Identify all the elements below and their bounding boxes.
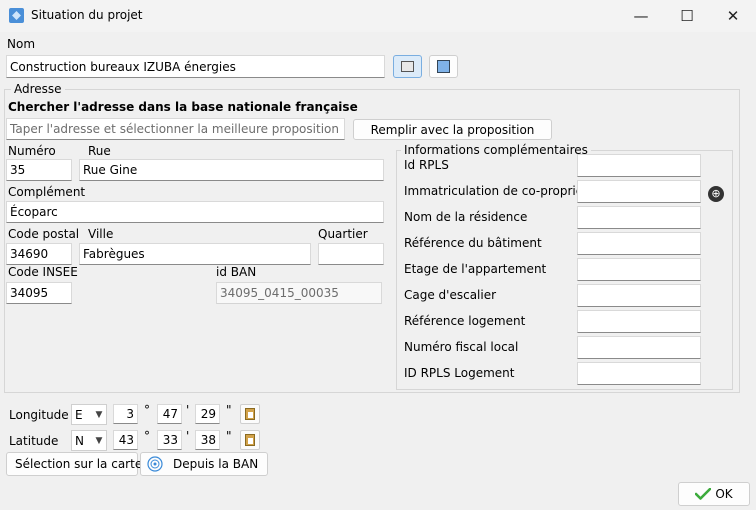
info-input[interactable]	[577, 180, 701, 203]
complement-label: Complément	[8, 185, 86, 199]
code-insee-input[interactable]: 34095	[6, 282, 72, 304]
ville-input[interactable]: Fabrègues	[79, 243, 311, 265]
code-insee-label: Code INSEE	[8, 265, 78, 279]
code-postal-input[interactable]: 34690	[6, 243, 72, 265]
deg-unit: °	[144, 429, 150, 443]
info-input[interactable]	[577, 310, 701, 333]
id-ban-label: id BAN	[216, 265, 257, 279]
globe-icon[interactable]: ⊕	[708, 186, 724, 202]
clipboard-icon	[245, 408, 255, 420]
latitude-deg-input[interactable]: 43	[113, 430, 138, 450]
clipboard-icon	[245, 434, 255, 446]
rue-label: Rue	[88, 144, 111, 158]
minimize-icon: —	[633, 7, 649, 25]
info-label: Immatriculation de co-propriété	[404, 184, 596, 198]
numero-label: Numéro	[8, 144, 56, 158]
map-selection-label: Sélection sur la carte	[15, 457, 143, 471]
close-icon: ✕	[726, 7, 740, 25]
info-label: Cage d'escalier	[404, 288, 497, 302]
quartier-input[interactable]	[318, 243, 384, 265]
app-icon	[9, 8, 24, 23]
info-label: Numéro fiscal local	[404, 340, 519, 354]
ville-label: Ville	[88, 227, 114, 241]
search-heading: Chercher l'adresse dans la base national…	[8, 100, 358, 114]
longitude-dir-select[interactable]: E ▼	[71, 404, 107, 425]
address-search-input[interactable]: Taper l'adresse et sélectionner la meill…	[6, 118, 345, 140]
quartier-label: Quartier	[318, 227, 368, 241]
map-selection-button[interactable]: Sélection sur la carte	[6, 452, 142, 476]
min-unit: '	[186, 403, 190, 417]
export-icon	[437, 60, 450, 73]
complement-input[interactable]: Écoparc	[6, 201, 384, 223]
min-unit: '	[186, 429, 190, 443]
longitude-dir-value: E	[75, 407, 83, 422]
info-label: Id RPLS	[404, 158, 449, 172]
maximize-button[interactable]: ☐	[664, 0, 710, 32]
info-input[interactable]	[577, 284, 701, 307]
info-input[interactable]	[577, 206, 701, 229]
info-input[interactable]	[577, 336, 701, 359]
image-icon	[401, 61, 414, 72]
latitude-dir-value: N	[75, 433, 84, 448]
latitude-sec-input[interactable]: 38	[195, 430, 220, 450]
latitude-label: Latitude	[9, 434, 59, 448]
sec-unit: "	[226, 403, 232, 417]
info-label: Etage de l'appartement	[404, 262, 547, 276]
maximize-icon: ☐	[680, 7, 694, 25]
longitude-paste-button[interactable]	[240, 404, 260, 424]
check-icon	[695, 488, 712, 500]
chevron-down-icon: ▼	[95, 435, 103, 446]
export-button[interactable]	[429, 55, 458, 78]
nom-label: Nom	[7, 37, 36, 51]
longitude-min-input[interactable]: 47	[157, 404, 182, 424]
window-title: Situation du projet	[31, 8, 143, 22]
id-ban-input: 34095_0415_00035	[216, 282, 382, 304]
nom-input[interactable]: Construction bureaux IZUBA énergies	[6, 55, 385, 78]
info-label: Référence logement	[404, 314, 526, 328]
info-label: Référence du bâtiment	[404, 236, 542, 250]
longitude-deg-input[interactable]: 3	[113, 404, 138, 424]
minimize-button[interactable]: —	[618, 0, 664, 32]
info-input[interactable]	[577, 258, 701, 281]
ban-globe-icon	[147, 456, 163, 472]
ok-label: OK	[715, 487, 733, 501]
ban-label: Depuis la BAN	[173, 457, 259, 471]
info-label: ID RPLS Logement	[404, 366, 515, 380]
adresse-legend: Adresse	[11, 82, 65, 96]
longitude-sec-input[interactable]: 29	[195, 404, 220, 424]
latitude-paste-button[interactable]	[240, 430, 260, 450]
numero-input[interactable]: 35	[6, 159, 72, 181]
latitude-dir-select[interactable]: N ▼	[71, 430, 107, 451]
deg-unit: °	[144, 403, 150, 417]
info-input[interactable]	[577, 362, 701, 385]
latitude-min-input[interactable]: 33	[157, 430, 182, 450]
code-postal-label: Code postal	[8, 227, 80, 241]
ok-button[interactable]: OK	[678, 482, 750, 506]
image-button[interactable]	[393, 55, 422, 78]
chevron-down-icon: ▼	[95, 409, 103, 420]
info-label: Nom de la résidence	[404, 210, 528, 224]
rue-input[interactable]: Rue Gine	[79, 159, 384, 181]
info-input[interactable]	[577, 232, 701, 255]
ban-button[interactable]: Depuis la BAN	[140, 452, 268, 476]
close-button[interactable]: ✕	[710, 0, 756, 32]
longitude-label: Longitude	[9, 408, 69, 422]
info-input[interactable]	[577, 154, 701, 177]
infos-legend: Informations complémentaires	[401, 143, 591, 157]
fill-proposal-button[interactable]: Remplir avec la proposition	[353, 119, 552, 140]
sec-unit: "	[226, 429, 232, 443]
